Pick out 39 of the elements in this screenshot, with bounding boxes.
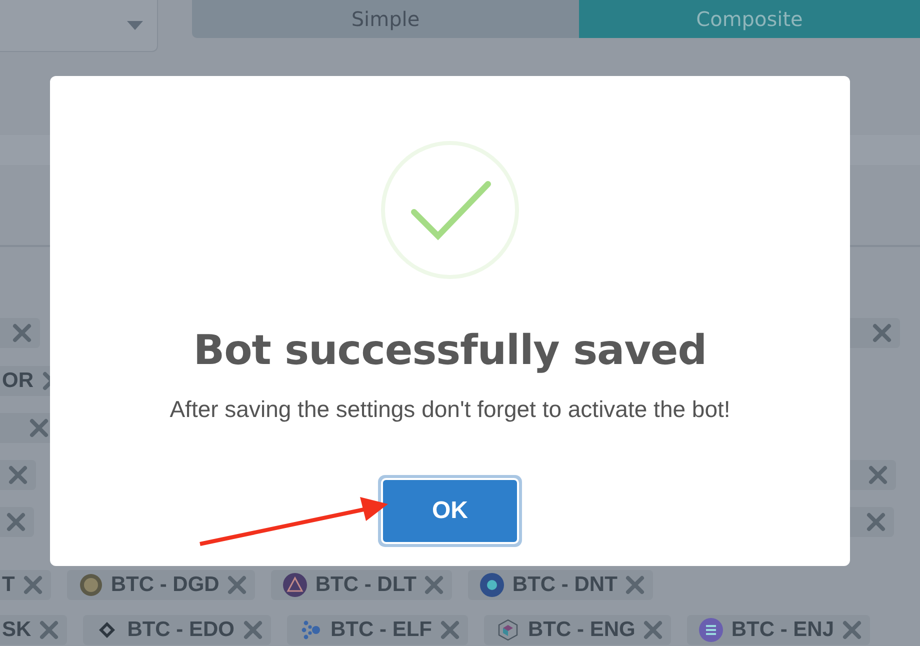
remove-icon[interactable] xyxy=(424,575,444,595)
remove-icon[interactable] xyxy=(22,575,43,595)
remove-icon[interactable] xyxy=(868,465,888,485)
mode-tab[interactable]: Simple xyxy=(192,0,579,38)
coin-icon xyxy=(480,573,504,597)
remove-icon[interactable] xyxy=(29,418,49,438)
remove-icon[interactable] xyxy=(866,512,886,532)
pair-label: BTC - DGD xyxy=(110,573,220,597)
remove-icon[interactable] xyxy=(8,465,28,485)
remove-icon[interactable] xyxy=(440,620,460,640)
pair-label: BTC - ENG xyxy=(528,618,636,642)
pair-label: BTC - DNT xyxy=(512,573,618,597)
remove-icon[interactable] xyxy=(12,323,32,343)
remove-icon[interactable] xyxy=(643,620,664,640)
coin-icon xyxy=(283,573,308,597)
coin-icon xyxy=(699,618,724,642)
remove-icon[interactable] xyxy=(39,620,60,640)
dropdown[interactable] xyxy=(0,0,158,52)
remove-icon[interactable] xyxy=(227,575,248,595)
remove-icon[interactable] xyxy=(242,620,263,640)
checkmark-icon xyxy=(380,140,520,280)
pair-label: OR xyxy=(2,369,34,393)
remove-icon[interactable] xyxy=(625,575,646,595)
remove-icon[interactable] xyxy=(6,512,26,532)
pair-label: SK xyxy=(2,618,32,642)
dialog-title: Bot successfully saved xyxy=(193,326,707,374)
coin-icon xyxy=(78,573,103,597)
remove-icon[interactable] xyxy=(842,620,862,640)
ok-button[interactable]: OK xyxy=(381,478,519,544)
dialog-message: After saving the settings don't forget to activate the bot! xyxy=(170,396,730,423)
pair-label: T xyxy=(2,573,15,597)
pair-label: BTC - ENJ xyxy=(731,618,834,642)
pair-label: BTC - DLT xyxy=(315,573,416,597)
mode-tab[interactable]: Composite xyxy=(579,0,920,38)
caret-icon xyxy=(127,21,143,30)
remove-icon[interactable] xyxy=(872,323,892,343)
pair-label: BTC - EDO xyxy=(127,618,235,642)
coin-icon xyxy=(496,618,520,642)
pair-label: BTC - ELF xyxy=(330,618,432,642)
